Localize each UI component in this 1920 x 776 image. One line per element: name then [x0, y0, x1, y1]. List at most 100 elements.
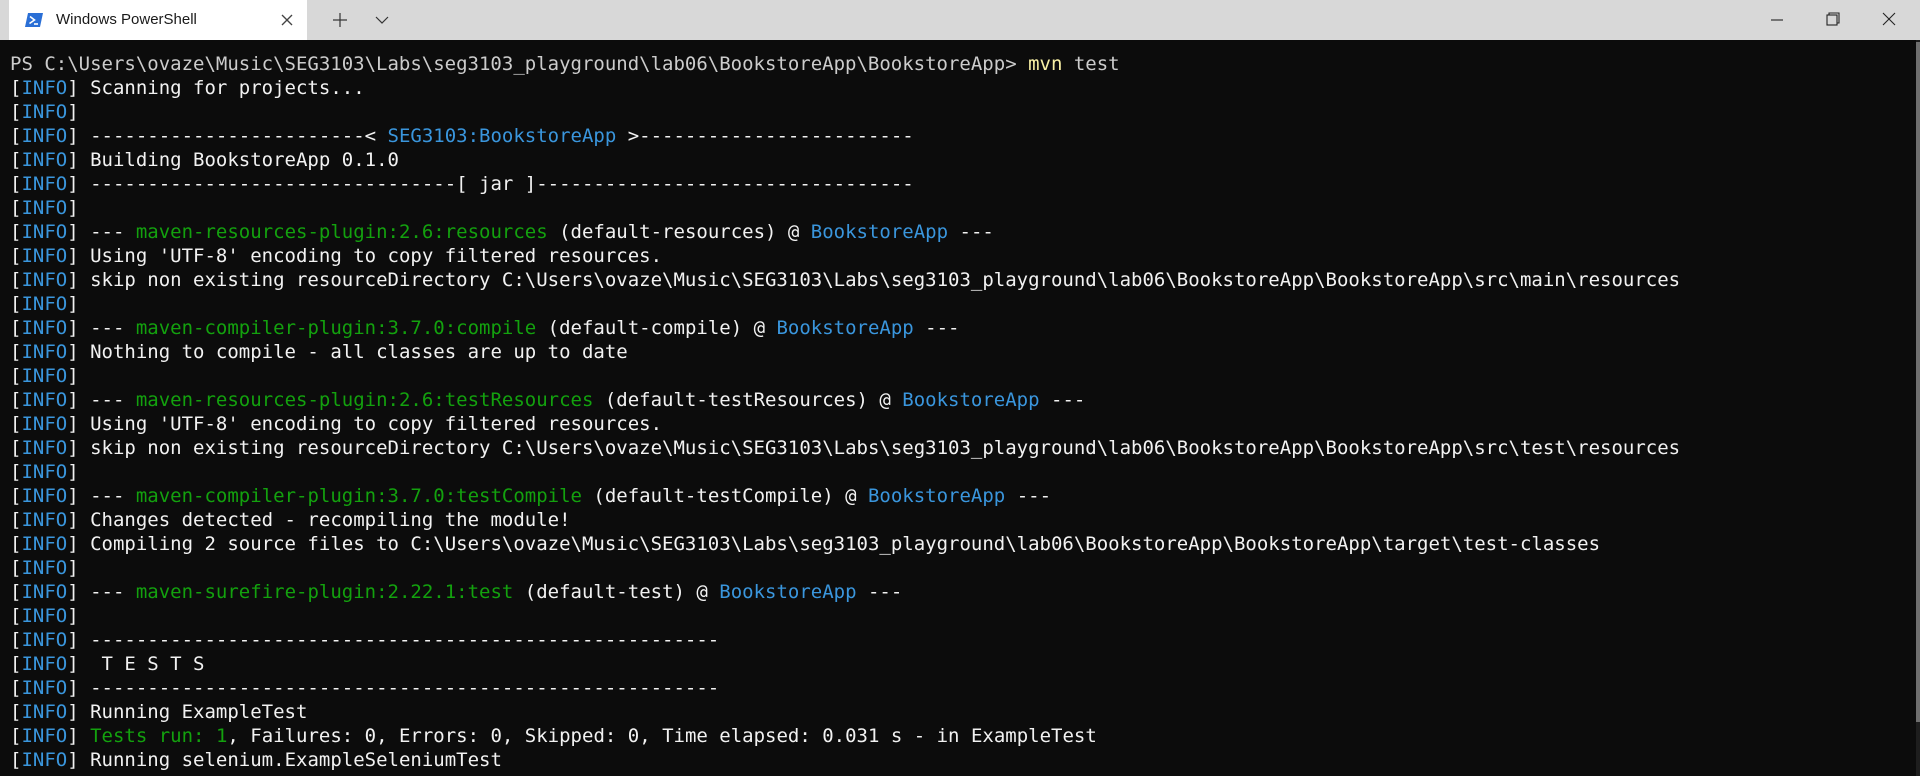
terminal-text-segment: SEG3103:BookstoreApp [387, 125, 617, 147]
terminal-text-segment: [ [10, 365, 22, 387]
terminal-text-segment: (default-resources) @ [547, 221, 811, 243]
terminal-text-segment: maven-resources-plugin:2.6:testResources [135, 389, 594, 411]
chevron-down-icon[interactable] [374, 14, 390, 26]
terminal-text-segment: --- [948, 221, 994, 243]
terminal-text-segment: INFO [21, 677, 68, 699]
terminal-text-segment: [ [10, 293, 22, 315]
terminal-text-segment: maven-compiler-plugin:3.7.0:compile [135, 317, 537, 339]
tab-windows-powershell[interactable]: Windows PowerShell [9, 0, 307, 40]
terminal-text-segment: INFO [21, 653, 68, 675]
terminal-text-segment: ] T E S T S [67, 653, 205, 675]
terminal-text-segment: (default-testCompile) @ [581, 485, 868, 507]
terminal-line: [INFO] [10, 556, 1680, 580]
terminal-text-segment: [ [10, 485, 22, 507]
terminal-line: [INFO] ------------------------< SEG3103… [10, 124, 1680, 148]
terminal-text-segment: INFO [21, 389, 68, 411]
terminal-text-segment: INFO [21, 317, 68, 339]
terminal-text-segment: INFO [21, 533, 68, 555]
restore-icon[interactable] [1825, 11, 1841, 27]
terminal-text-segment: ] [67, 293, 79, 315]
terminal-text-segment: ] Using 'UTF-8' encoding to copy filtere… [67, 413, 663, 435]
terminal-line: [INFO] --- maven-compiler-plugin:3.7.0:t… [10, 484, 1680, 508]
terminal-text-segment: INFO [21, 269, 68, 291]
terminal-text-segment: INFO [21, 461, 68, 483]
terminal-text-segment: ] Running selenium. [67, 749, 285, 771]
terminal-line: PS C:\Users\ovaze\Music\SEG3103\Labs\seg… [10, 52, 1680, 76]
terminal-line: [INFO] [10, 460, 1680, 484]
close-icon[interactable] [279, 12, 295, 28]
terminal-text-segment: [ [10, 125, 22, 147]
terminal-line: [INFO] ---------------------------------… [10, 676, 1680, 700]
terminal-text-segment: [ [10, 389, 22, 411]
terminal-text-segment: BookstoreApp [719, 581, 857, 603]
terminal-line: [INFO] Running selenium.ExampleSeleniumT… [10, 748, 1680, 772]
terminal-text-segment: INFO [21, 125, 68, 147]
terminal-text-segment: [ [10, 629, 22, 651]
terminal-line: [INFO] skip non existing resourceDirecto… [10, 436, 1680, 460]
terminal-text-segment: ] [67, 461, 79, 483]
terminal-text-segment: ] Nothing to compile - all classes are u… [67, 341, 628, 363]
terminal-line: [INFO] Using 'UTF-8' encoding to copy fi… [10, 244, 1680, 268]
terminal-text-segment: [ [10, 101, 22, 123]
terminal-text-segment: ] skip non existing resourceDirectory C:… [67, 437, 1681, 459]
terminal-text-segment: BookstoreApp [867, 485, 1006, 507]
terminal-text-segment: INFO [21, 413, 68, 435]
terminal-line: [INFO] ---------------------------------… [10, 628, 1680, 652]
terminal-text-segment: [ [10, 653, 22, 675]
terminal-text-segment: ] [67, 101, 79, 123]
terminal-text-segment: , Failures: 0, Errors: 0, Skipped: 0, Ti… [227, 725, 971, 747]
terminal-text-segment: BookstoreApp [776, 317, 914, 339]
terminal-line: [INFO] [10, 364, 1680, 388]
terminal-text-segment: INFO [21, 437, 68, 459]
terminal-text-segment: [ [10, 605, 22, 627]
terminal-text-segment: ] --- [67, 485, 136, 507]
terminal-text-segment: (default-testResources) @ [593, 389, 903, 411]
terminal-text-segment: ] Compiling 2 source files to C:\Users\o… [67, 533, 1601, 555]
terminal-text-segment: --- [856, 581, 903, 603]
terminal-text-segment: PS C:\Users\ovaze\Music\SEG3103\Labs\seg… [10, 53, 1029, 75]
terminal-text-segment: [ [10, 461, 22, 483]
terminal-text-segment: maven-resources-plugin:2.6:resources [135, 221, 548, 243]
terminal-output[interactable]: PS C:\Users\ovaze\Music\SEG3103\Labs\seg… [0, 40, 1916, 776]
terminal-line: [INFO] [10, 196, 1680, 220]
terminal-text-segment: [ [10, 245, 22, 267]
terminal-text-segment: [ [10, 749, 22, 771]
terminal-text-segment: ExampleTest [181, 701, 308, 723]
terminal-text-segment: [ [10, 437, 22, 459]
terminal-text-segment: ExampleTest [970, 725, 1097, 747]
terminal-text-segment: ] --- [67, 221, 136, 243]
close-icon[interactable] [1881, 11, 1897, 27]
terminal-line: [INFO] Building BookstoreApp 0.1.0 [10, 148, 1680, 172]
terminal-text-segment: [ [10, 509, 22, 531]
terminal-text-segment: ] Scanning for projects... [67, 77, 365, 99]
minimize-icon[interactable] [1769, 12, 1785, 28]
terminal-line: [INFO] Tests run: 1, Failures: 0, Errors… [10, 724, 1680, 748]
terminal-text-segment: --- [1005, 485, 1052, 507]
terminal-text-segment: ] skip non existing resourceDirectory C:… [67, 269, 1681, 291]
plus-icon[interactable] [332, 12, 348, 28]
tab-title: Windows PowerShell [56, 11, 197, 28]
terminal-text-segment: INFO [21, 173, 68, 195]
terminal-text-segment: [ [10, 317, 22, 339]
powershell-icon [25, 13, 43, 27]
title-bar: Windows PowerShell [0, 0, 1920, 40]
terminal-text-segment: [ [10, 341, 22, 363]
terminal-text-segment: INFO [21, 485, 68, 507]
terminal-text-segment: ] --- [67, 581, 136, 603]
terminal-text-segment: INFO [21, 629, 68, 651]
terminal-text-segment: INFO [21, 341, 68, 363]
terminal-text-segment: BookstoreApp [902, 389, 1040, 411]
terminal-text-segment: [ [10, 581, 22, 603]
terminal-text-segment: --- [1039, 389, 1086, 411]
terminal-text-segment: INFO [21, 221, 68, 243]
terminal-text-segment: INFO [21, 749, 68, 771]
terminal-text-segment: ExampleSeleniumTest [284, 749, 502, 771]
terminal-text-segment: ] --------------------------------[ jar … [67, 173, 914, 195]
scrollbar-thumb[interactable] [1916, 42, 1920, 722]
terminal-text-segment: ] ------------------------< [67, 125, 388, 147]
scrollbar[interactable] [1916, 40, 1920, 776]
terminal-text-segment: INFO [21, 605, 68, 627]
terminal-text-segment: INFO [21, 293, 68, 315]
terminal-text-segment: INFO [21, 509, 68, 531]
terminal-text-segment: ] --- [67, 317, 136, 339]
